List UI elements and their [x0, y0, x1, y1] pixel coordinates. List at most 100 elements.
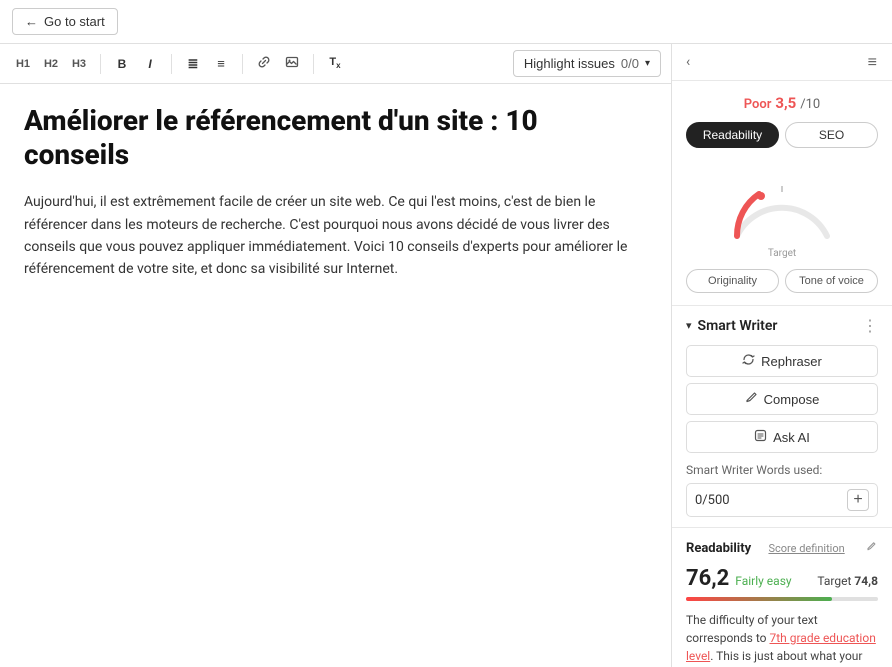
- ask-ai-button[interactable]: Ask AI: [686, 421, 878, 453]
- bold-button[interactable]: B: [109, 51, 135, 77]
- panel-menu-icon[interactable]: ≡: [868, 52, 878, 72]
- tab-readability[interactable]: Readability: [686, 122, 779, 148]
- readability-score-label: Fairly easy: [735, 574, 791, 588]
- editor-body: Aujourd'hui, il est extrêmement facile d…: [24, 191, 647, 281]
- readability-title: Readability: [686, 541, 751, 556]
- editor-title: Améliorer le référencement d'un site : 1…: [24, 104, 647, 171]
- tab-originality-label: Originality: [708, 275, 757, 287]
- image-icon: [285, 55, 299, 72]
- ordered-list-button[interactable]: ≣: [180, 51, 206, 77]
- h3-label: H3: [72, 58, 86, 70]
- tab-tone-of-voice[interactable]: Tone of voice: [785, 269, 878, 293]
- score-out-of: /10: [800, 97, 820, 112]
- collapse-icon[interactable]: ‹: [686, 54, 690, 70]
- smart-writer-title: Smart Writer: [698, 318, 778, 334]
- link-button[interactable]: [251, 51, 277, 77]
- smart-writer-section: ▾ Smart Writer ⋮ Rephraser Compose: [672, 306, 892, 528]
- tab-readability-label: Readability: [703, 128, 762, 142]
- bold-label: B: [118, 57, 127, 71]
- readability-edit-icon[interactable]: [866, 540, 878, 556]
- readability-description: The difficulty of your text corresponds …: [686, 611, 878, 667]
- image-button[interactable]: [279, 51, 305, 77]
- smart-writer-header: ▾ Smart Writer ⋮: [686, 316, 878, 335]
- separator-2: [171, 54, 172, 74]
- italic-label: I: [148, 57, 151, 71]
- score-poor-label: Poor: [744, 97, 772, 112]
- readability-score-number: 76,2: [686, 566, 729, 591]
- rephraser-label: Rephraser: [761, 354, 822, 369]
- editor-panel: H1 H2 H3 B I: [0, 44, 672, 667]
- clear-format-button[interactable]: Tx: [322, 51, 348, 77]
- insert-group: [251, 51, 305, 77]
- format-group: B I: [109, 51, 163, 77]
- h1-button[interactable]: H1: [10, 51, 36, 77]
- italic-button[interactable]: I: [137, 51, 163, 77]
- heading-group: H1 H2 H3: [10, 51, 92, 77]
- right-panel: ‹ ≡ Poor 3,5 /10 Readability SEO: [672, 44, 892, 667]
- clear-group: Tx: [322, 51, 348, 77]
- ask-ai-icon: [754, 429, 767, 445]
- ordered-list-icon: ≣: [188, 56, 199, 72]
- h2-button[interactable]: H2: [38, 51, 64, 77]
- unordered-list-button[interactable]: ≡: [208, 51, 234, 77]
- list-group: ≣ ≡: [180, 51, 234, 77]
- h1-label: H1: [16, 58, 30, 70]
- score-tabs: Readability SEO: [686, 122, 878, 148]
- rephraser-icon: [742, 353, 755, 369]
- highlight-issues-button[interactable]: Highlight issues 0/0 ▾: [513, 50, 661, 77]
- highlight-grade-text: 7th grade education level: [686, 631, 876, 663]
- readability-target-value: 74,8: [854, 574, 878, 588]
- editor-content[interactable]: Améliorer le référencement d'un site : 1…: [0, 84, 671, 667]
- gauge-container: Target: [686, 158, 878, 263]
- score-section: Poor 3,5 /10 Readability SEO: [672, 81, 892, 306]
- clear-format-icon: Tx: [329, 56, 340, 70]
- score-left: 76,2 Fairly easy: [686, 566, 792, 591]
- panel-collapse-bar: ‹ ≡: [672, 44, 892, 81]
- progress-bar-fill: [686, 597, 832, 601]
- toolbar: H1 H2 H3 B I: [0, 44, 671, 84]
- chevron-down-icon: ▾: [645, 58, 650, 69]
- words-counter-row: 0/500 +: [686, 483, 878, 517]
- unordered-list-icon: ≡: [217, 56, 225, 71]
- gauge-svg: [717, 166, 847, 246]
- compose-label: Compose: [764, 392, 820, 407]
- readability-section: Readability Score definition 76,2 Fairly…: [672, 528, 892, 667]
- score-value: 3,5: [775, 94, 796, 112]
- top-bar: ← Go to start: [0, 0, 892, 44]
- rephraser-button[interactable]: Rephraser: [686, 345, 878, 377]
- separator-3: [242, 54, 243, 74]
- tab-originality[interactable]: Originality: [686, 269, 779, 293]
- readability-scores-row: 76,2 Fairly easy Target 74,8: [686, 566, 878, 591]
- link-icon: [257, 55, 271, 72]
- score-definition-link[interactable]: Score definition: [768, 542, 844, 555]
- separator-1: [100, 54, 101, 74]
- h3-button[interactable]: H3: [66, 51, 92, 77]
- gauge-target-label: Target: [768, 248, 796, 259]
- h2-label: H2: [44, 58, 58, 70]
- highlight-label: Highlight issues: [524, 56, 615, 71]
- smart-writer-more-icon[interactable]: ⋮: [862, 316, 878, 335]
- tab-tone-of-voice-label: Tone of voice: [799, 275, 864, 287]
- score-header: Poor 3,5 /10: [686, 93, 878, 112]
- separator-4: [313, 54, 314, 74]
- plus-icon: +: [853, 491, 862, 509]
- smart-writer-chevron-icon: ▾: [686, 319, 692, 332]
- compose-icon: [745, 391, 758, 407]
- tab-seo[interactable]: SEO: [785, 122, 878, 148]
- bottom-tabs: Originality Tone of voice: [686, 269, 878, 293]
- readability-target-label: Target: [817, 574, 851, 588]
- readability-progress-bar: [686, 597, 878, 601]
- highlight-count: 0/0: [621, 56, 639, 71]
- compose-button[interactable]: Compose: [686, 383, 878, 415]
- readability-header: Readability Score definition: [686, 540, 878, 556]
- main-layout: H1 H2 H3 B I: [0, 44, 892, 667]
- arrow-left-icon: ←: [25, 14, 38, 29]
- go-to-start-button[interactable]: ← Go to start: [12, 8, 118, 35]
- words-counter-value: 0/500: [695, 493, 730, 508]
- ask-ai-label: Ask AI: [773, 430, 810, 445]
- words-counter-plus-button[interactable]: +: [847, 489, 869, 511]
- go-to-start-label: Go to start: [44, 14, 105, 29]
- words-used-label: Smart Writer Words used:: [686, 463, 878, 477]
- tab-seo-label: SEO: [819, 128, 844, 142]
- target-score: Target 74,8: [817, 574, 878, 588]
